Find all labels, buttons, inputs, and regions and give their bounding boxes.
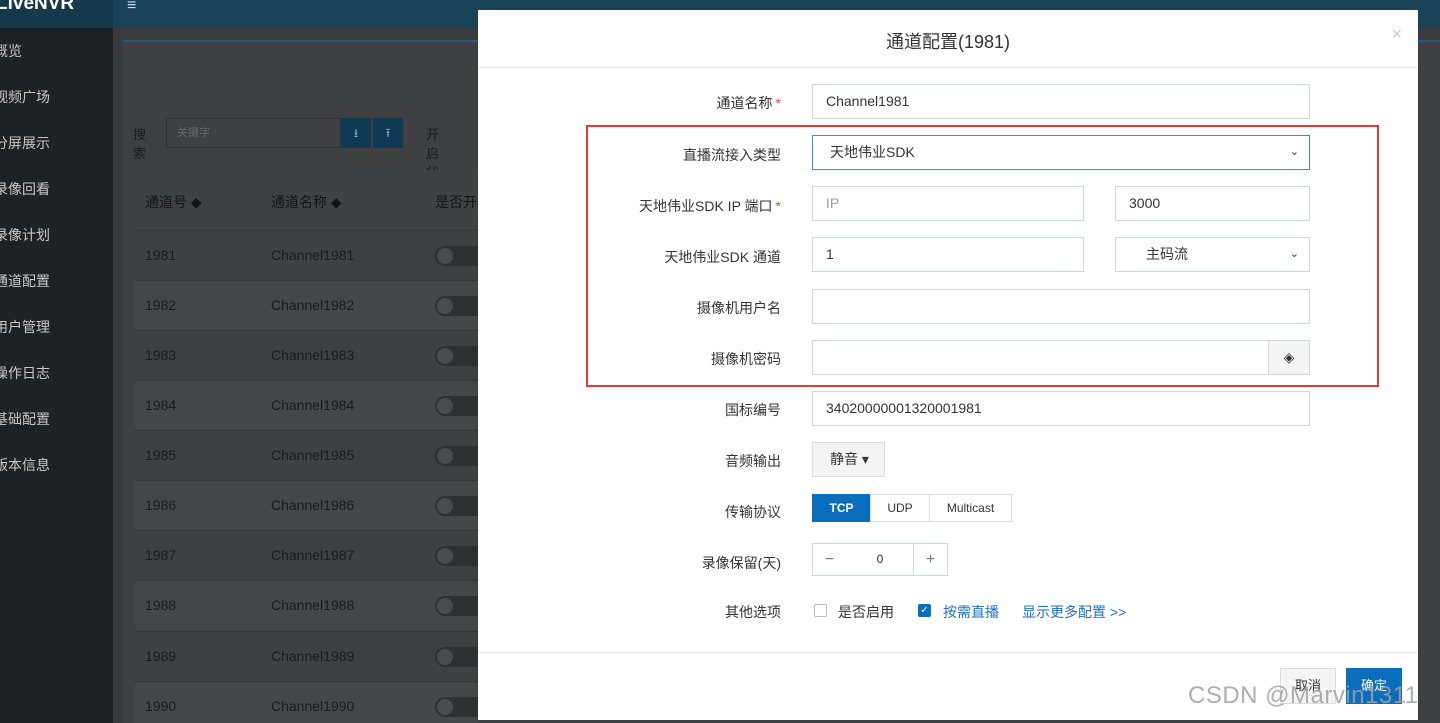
- protocol-multicast-button[interactable]: Multicast: [929, 494, 1012, 522]
- table-row[interactable]: 1987 Channel1987: [135, 530, 485, 580]
- sidebar-item-overview[interactable]: 概览: [0, 28, 113, 74]
- chevron-down-icon: ⌄: [1289, 248, 1299, 260]
- sidebar: 概览 视频广场 分屏展示 录像回看 录像计划 通道配置 用户管理 操作日志 基础…: [0, 28, 113, 723]
- on-demand-checkbox-label: 按需直播: [943, 604, 999, 620]
- column-header-id[interactable]: 通道号 ◆: [145, 192, 202, 212]
- cell-id: 1986: [145, 497, 177, 513]
- search-label: 搜索: [133, 127, 147, 161]
- cell-name: Channel1985: [271, 447, 355, 463]
- sidebar-item-channel-config[interactable]: 通道配置: [0, 258, 113, 304]
- record-days-label: 录像保留(天): [701, 555, 781, 571]
- column-header-enabled[interactable]: 是否开: [435, 192, 477, 212]
- eye-slash-icon[interactable]: ◈: [1268, 340, 1310, 375]
- cell-name: Channel1988: [271, 597, 355, 613]
- table-row[interactable]: 1989 Channel1989: [135, 631, 485, 681]
- gb-id-input[interactable]: 34020000001320001981: [812, 391, 1310, 426]
- record-days-input[interactable]: 0: [846, 543, 914, 576]
- cell-name: Channel1987: [271, 547, 355, 563]
- sidebar-item-record-plan[interactable]: 录像计划: [0, 212, 113, 258]
- camera-username-label: 摄像机用户名: [697, 300, 781, 316]
- cell-id: 1989: [145, 648, 177, 664]
- protocol-udp-button[interactable]: UDP: [870, 494, 930, 522]
- audio-output-dropdown[interactable]: 静音 ▾: [812, 442, 885, 477]
- close-icon[interactable]: ×: [1391, 24, 1402, 45]
- table-row[interactable]: 1984 Channel1984: [135, 380, 485, 430]
- sdk-ip-port-label: 天地伟业SDK IP 端口 *: [639, 198, 781, 214]
- cell-id: 1981: [145, 247, 177, 263]
- search-input[interactable]: 关键字: [166, 118, 341, 148]
- table-row[interactable]: 1988 Channel1988: [135, 580, 485, 630]
- channel-name-label: 通道名称 *: [716, 95, 781, 111]
- cell-id: 1982: [145, 297, 177, 313]
- cell-id: 1983: [145, 347, 177, 363]
- table-row[interactable]: 1986 Channel1986: [135, 480, 485, 530]
- cell-id: 1988: [145, 597, 177, 613]
- protocol-tcp-button[interactable]: TCP: [812, 494, 871, 522]
- watermark-text: CSDN @Marvin1311: [1188, 682, 1419, 709]
- gb-id-label: 国标编号: [725, 402, 781, 418]
- cell-name: Channel1986: [271, 497, 355, 513]
- cell-name: Channel1981: [271, 247, 355, 263]
- sidebar-item-video-square[interactable]: 视频广场: [0, 74, 113, 120]
- dialog-header: 通道配置(1981) ×: [478, 10, 1418, 68]
- stream-quality-select[interactable]: 主码流 ⌄: [1115, 237, 1310, 272]
- camera-password-input[interactable]: [812, 340, 1269, 375]
- channel-name-input[interactable]: Channel1981: [812, 84, 1310, 119]
- protocol-label: 传输协议: [725, 504, 781, 520]
- download-icon[interactable]: ⭳: [341, 118, 371, 148]
- sidebar-item-version-info[interactable]: 版本信息: [0, 442, 113, 488]
- cell-name: Channel1989: [271, 648, 355, 664]
- table-row[interactable]: 1990 Channel1990: [135, 681, 485, 723]
- on-demand-checkbox[interactable]: ✓: [918, 604, 931, 617]
- cell-name: Channel1984: [271, 397, 355, 413]
- app-logo[interactable]: LiveNVR: [0, 0, 113, 28]
- table-row[interactable]: 1981 Channel1981: [135, 230, 485, 280]
- sidebar-item-basic-config[interactable]: 基础配置: [0, 396, 113, 442]
- dialog-title: 通道配置(1981): [885, 32, 1011, 52]
- table-row[interactable]: 1985 Channel1985: [135, 430, 485, 480]
- camera-password-label: 摄像机密码: [711, 351, 781, 367]
- audio-output-label: 音频输出: [725, 453, 781, 469]
- sdk-port-input[interactable]: 3000: [1115, 186, 1310, 221]
- decrement-button[interactable]: −: [812, 543, 847, 576]
- hamburger-icon[interactable]: ≡: [127, 0, 136, 14]
- other-options-label: 其他选项: [725, 604, 781, 620]
- stream-type-select[interactable]: 天地伟业SDK ⌄: [812, 135, 1310, 170]
- increment-button[interactable]: +: [913, 543, 948, 576]
- stream-type-label: 直播流接入类型: [683, 147, 781, 163]
- cell-id: 1990: [145, 698, 177, 714]
- sidebar-item-playback[interactable]: 录像回看: [0, 166, 113, 212]
- enabled-checkbox[interactable]: [814, 604, 827, 617]
- show-more-config-link[interactable]: 显示更多配置 >>: [1022, 602, 1126, 622]
- enabled-checkbox-label: 是否启用: [838, 604, 894, 620]
- sdk-ip-input[interactable]: IP: [812, 186, 1084, 221]
- column-header-name[interactable]: 通道名称 ◆: [271, 192, 342, 212]
- chevron-down-icon: ⌄: [1289, 146, 1299, 158]
- cell-id: 1985: [145, 447, 177, 463]
- cell-id: 1984: [145, 397, 177, 413]
- camera-username-input[interactable]: [812, 289, 1310, 324]
- upload-icon[interactable]: ⭱: [373, 118, 403, 148]
- sidebar-item-operation-log[interactable]: 操作日志: [0, 350, 113, 396]
- sidebar-item-split-screen[interactable]: 分屏展示: [0, 120, 113, 166]
- cell-name: Channel1990: [271, 698, 355, 714]
- table-header: 通道号 ◆ 通道名称 ◆ 是否开: [135, 170, 478, 230]
- table-row[interactable]: 1983 Channel1983: [135, 330, 485, 380]
- cell-name: Channel1983: [271, 347, 355, 363]
- cell-name: Channel1982: [271, 297, 355, 313]
- table-row[interactable]: 1982 Channel1982: [135, 280, 485, 330]
- sidebar-item-user-management[interactable]: 用户管理: [0, 304, 113, 350]
- sdk-channel-input[interactable]: 1: [812, 237, 1084, 272]
- sdk-channel-label: 天地伟业SDK 通道: [664, 249, 781, 265]
- cell-id: 1987: [145, 547, 177, 563]
- channel-config-dialog: 通道配置(1981) × 通道名称 * Channel1981 直播流接入类型 天…: [478, 10, 1418, 720]
